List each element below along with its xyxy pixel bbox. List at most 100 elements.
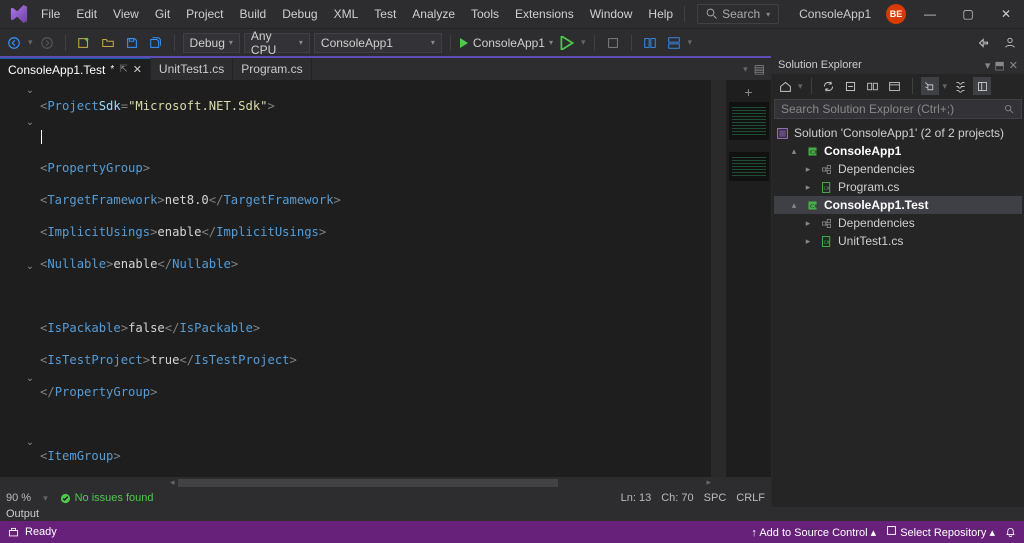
preview-button[interactable] [973, 77, 991, 95]
pin-icon[interactable]: ⇱ [119, 64, 127, 75]
menu-window[interactable]: Window [583, 3, 640, 25]
open-button[interactable] [98, 33, 118, 53]
status-icon [8, 527, 19, 538]
view-code-button[interactable] [886, 77, 904, 95]
tab-consoleapp1-test[interactable]: ConsoleApp1.Test* ⇱ ✕ [0, 58, 151, 80]
col-indicator[interactable]: Ch: 70 [661, 492, 693, 504]
toolbar-layout-2[interactable] [664, 33, 684, 53]
menu-extensions[interactable]: Extensions [508, 3, 581, 25]
code-minimap[interactable]: + [725, 80, 771, 477]
config-combo[interactable]: Debug▾ [183, 33, 240, 53]
vertical-scrollbar[interactable] [711, 80, 725, 477]
horizontal-scrollbar[interactable]: ◂▸ [0, 477, 771, 489]
menu-view[interactable]: View [106, 3, 146, 25]
collapse-all-button[interactable] [842, 77, 860, 95]
document-tabs: ConsoleApp1.Test* ⇱ ✕ UnitTest1.cs Progr… [0, 58, 771, 80]
toggle-pinned-icon[interactable]: ▤ [754, 62, 765, 76]
add-split-icon[interactable]: + [744, 84, 752, 98]
global-search[interactable]: Search ▾ [697, 4, 779, 24]
project-consoleapp1[interactable]: ▴ C# ConsoleApp1 [774, 142, 1022, 160]
dependencies-node-2[interactable]: ▸ Dependencies [774, 214, 1022, 232]
select-repository-button[interactable]: Select Repository ▴ [886, 525, 995, 539]
output-panel-tab[interactable]: Output [0, 507, 1024, 521]
line-indicator[interactable]: Ln: 13 [621, 492, 652, 504]
main-menu: File Edit View Git Project Build Debug X… [34, 3, 680, 25]
menu-test[interactable]: Test [367, 3, 403, 25]
nav-forward-button[interactable] [37, 33, 57, 53]
menu-xml[interactable]: XML [327, 3, 366, 25]
search-label: Search [722, 7, 760, 21]
vs-logo-icon [10, 5, 28, 23]
chevron-down-icon: ▾ [766, 10, 770, 19]
editor-status-bar: 90 % ▾ No issues found Ln: 13 Ch: 70 SPC… [0, 489, 771, 507]
program-cs-node[interactable]: ▸ C# Program.cs [774, 178, 1022, 196]
play-icon [459, 38, 469, 48]
title-bar: File Edit View Git Project Build Debug X… [0, 0, 1024, 28]
tab-label: ConsoleApp1.Test [8, 63, 105, 77]
tab-program[interactable]: Program.cs [233, 58, 311, 80]
solution-explorer-panel: Solution Explorer ▾ ⬒ ✕ ▾ ▾ Search Solut… [771, 56, 1024, 507]
settings-button[interactable] [951, 77, 969, 95]
show-all-button[interactable] [864, 77, 882, 95]
solution-node[interactable]: Solution 'ConsoleApp1' (2 of 2 projects) [774, 124, 1022, 142]
platform-combo[interactable]: Any CPU▾ [244, 33, 310, 53]
save-button[interactable] [122, 33, 142, 53]
unittest-cs-node[interactable]: ▸ C# UnitTest1.cs [774, 232, 1022, 250]
solution-toolbar: ▾ ▾ [772, 74, 1024, 98]
program-label: Program.cs [838, 180, 899, 194]
tab-overflow-dropdown[interactable]: ▾ [743, 64, 748, 75]
startup-project-combo[interactable]: ConsoleApp1▾ [314, 33, 442, 53]
project-consoleapp1-test[interactable]: ▴ C# ConsoleApp1.Test [774, 196, 1022, 214]
home-button[interactable] [776, 77, 794, 95]
close-icon[interactable]: ✕ [133, 63, 142, 76]
nav-back-button[interactable] [4, 33, 24, 53]
project-label: ConsoleApp1.Test [824, 198, 928, 212]
main-toolbar: ▾ Debug▾ Any CPU▾ ConsoleApp1▾ ConsoleAp… [0, 28, 1024, 56]
dependencies-node-1[interactable]: ▸ Dependencies [774, 160, 1022, 178]
menu-git[interactable]: Git [148, 3, 177, 25]
maximize-button[interactable]: ▢ [954, 7, 982, 21]
panel-close-icon[interactable]: ✕ [1009, 59, 1018, 72]
properties-button[interactable] [921, 77, 939, 95]
live-share-button[interactable] [974, 33, 994, 53]
issues-indicator[interactable]: No issues found [60, 492, 154, 504]
sync-button[interactable] [820, 77, 838, 95]
code-content[interactable]: <Project Sdk="Microsoft.NET.Sdk"> <Prope… [38, 80, 711, 477]
add-source-control-button[interactable]: ↑ Add to Source Control ▴ [751, 526, 876, 539]
nav-back-dropdown[interactable]: ▾ [28, 37, 33, 48]
menu-build[interactable]: Build [233, 3, 274, 25]
account-settings-button[interactable] [1000, 33, 1020, 53]
menu-help[interactable]: Help [641, 3, 680, 25]
toolbar-layout-1[interactable] [640, 33, 660, 53]
menu-analyze[interactable]: Analyze [405, 3, 462, 25]
menu-edit[interactable]: Edit [69, 3, 104, 25]
panel-pin-icon[interactable]: ⬒ [994, 59, 1004, 72]
code-editor[interactable]: ⌄⌄ ⌄ ⌄ ⌄ <Project Sdk="Microsoft.NET.Sdk… [0, 80, 771, 477]
output-label: Output [6, 508, 39, 520]
save-all-button[interactable] [146, 33, 166, 53]
zoom-level[interactable]: 90 % [6, 492, 31, 504]
menu-file[interactable]: File [34, 3, 67, 25]
menu-tools[interactable]: Tools [464, 3, 506, 25]
tab-unittest1[interactable]: UnitTest1.cs [151, 58, 233, 80]
line-ending-indicator[interactable]: CRLF [736, 492, 765, 504]
new-project-button[interactable] [74, 33, 94, 53]
solution-search[interactable]: Search Solution Explorer (Ctrl+;) [774, 99, 1022, 119]
spaces-indicator[interactable]: SPC [704, 492, 727, 504]
menu-debug[interactable]: Debug [275, 3, 324, 25]
search-icon [1004, 104, 1015, 115]
user-avatar[interactable]: BE [886, 4, 906, 24]
tab-label: Program.cs [241, 62, 302, 76]
minimize-button[interactable]: — [916, 7, 944, 21]
run-button[interactable]: ConsoleApp1 ▾ [459, 36, 553, 50]
panel-dropdown-icon[interactable]: ▾ [985, 59, 991, 72]
menu-project[interactable]: Project [179, 3, 230, 25]
tab-label: UnitTest1.cs [159, 62, 224, 76]
deps-label: Dependencies [838, 216, 915, 230]
toolbar-misc-1[interactable] [603, 33, 623, 53]
run-no-debug-button[interactable] [557, 33, 577, 53]
close-button[interactable]: ✕ [992, 7, 1020, 21]
notifications-icon[interactable] [1005, 527, 1016, 538]
panel-title-bar[interactable]: Solution Explorer ▾ ⬒ ✕ [772, 56, 1024, 74]
fold-column[interactable]: ⌄⌄ ⌄ ⌄ ⌄ [22, 80, 38, 477]
